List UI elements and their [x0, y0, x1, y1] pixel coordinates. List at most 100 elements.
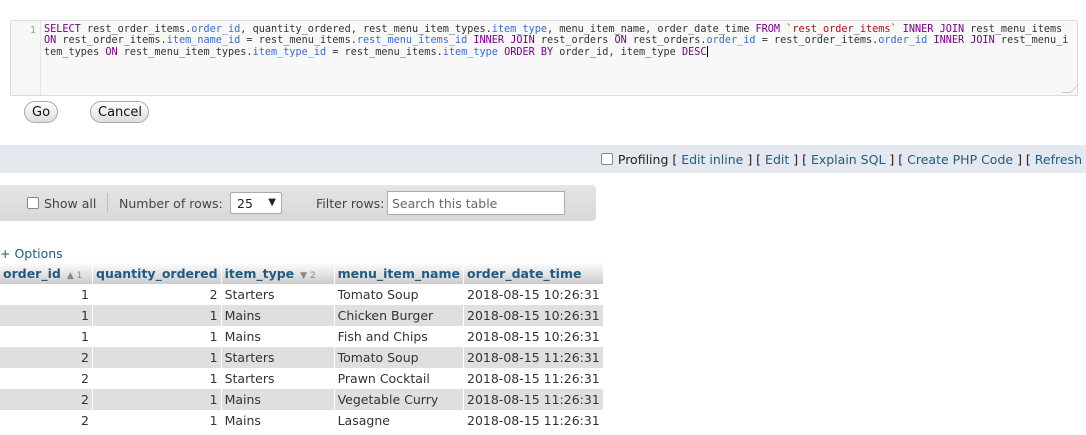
sql-token: ON — [105, 47, 118, 58]
quantity-cell: 1 — [92, 389, 222, 410]
dropdown-arrow-icon: ▼ — [268, 197, 276, 208]
order-date-time-cell: 2018-08-15 11:26:31 — [463, 410, 604, 431]
cancel-button[interactable]: Cancel — [90, 101, 149, 123]
header-row: order_id ▲ 1 quantity_ordered item_type ▼ … — [0, 262, 604, 284]
quantity-cell: 1 — [92, 410, 222, 431]
menu-item-name-cell: Fish and Chips — [334, 326, 465, 347]
query-actions-bar: Profiling [ Edit inline ] [ Edit ] [ Exp… — [0, 145, 1086, 173]
sort-asc-icon: ▲ 1 — [66, 270, 83, 281]
column-header-menu-item-name[interactable]: menu_item_name — [334, 262, 465, 284]
item-type-cell: Mains — [221, 389, 335, 410]
quantity-cell: 1 — [92, 368, 222, 389]
edit-link[interactable]: Edit — [765, 152, 789, 167]
sql-token: `rest_order_items` — [786, 24, 897, 35]
order-date-time-cell: 2018-08-15 11:26:31 — [463, 347, 604, 368]
sql-token: order_id — [878, 35, 928, 46]
sql-token: rest_menu_item_types. — [117, 47, 253, 58]
item-type-cell: Mains — [221, 326, 335, 347]
create-php-code-link[interactable]: Create PHP Code — [907, 152, 1013, 167]
table-row[interactable]: 2 1 Starters Tomato Soup 2018-08-15 11:26:31 — [0, 347, 604, 368]
sql-token: rest_menu_items_id — [356, 35, 468, 46]
column-label: menu_item_name — [337, 265, 460, 281]
show-all-toggle[interactable]: Show all — [27, 196, 96, 211]
order-date-time-cell: 2018-08-15 11:26:31 — [463, 389, 604, 410]
sql-token: item_type_id — [252, 47, 327, 58]
sort-desc-icon: ▼ 2 — [300, 270, 316, 281]
sql-token: INNER JOIN — [473, 35, 535, 46]
item-type-cell: Starters — [221, 284, 335, 305]
menu-item-name-cell: Prawn Cocktail — [334, 368, 465, 389]
menu-item-name-cell: Vegetable Curry — [334, 389, 465, 410]
sql-token: order_id, item_type — [553, 47, 682, 58]
column-header-order-date-time[interactable]: order_date_time — [463, 262, 604, 284]
table-row[interactable]: 2 1 Starters Prawn Cocktail 2018-08-15 11:26… — [0, 368, 604, 389]
sql-token: rest_menu_items — [964, 24, 1069, 35]
column-header-quantity-ordered[interactable]: quantity_ordered — [92, 262, 222, 284]
rows-label: Number of rows: — [119, 196, 223, 211]
show-all-checkbox[interactable] — [27, 197, 39, 209]
sql-token: DESC — [681, 47, 707, 58]
sql-token: item_name_id — [166, 35, 241, 46]
column-label: order_id — [3, 265, 61, 281]
filter-label: Filter rows: — [316, 196, 385, 211]
sql-token: ON — [614, 35, 627, 46]
rows-per-page-value: 25 — [237, 196, 253, 211]
order-id-cell: 1 — [0, 284, 93, 305]
sql-token: rest_orders — [534, 35, 615, 46]
order-date-time-cell: 2018-08-15 10:26:31 — [463, 284, 604, 305]
sql-token: rest_order_items. — [56, 35, 167, 46]
item-type-cell: Starters — [221, 368, 335, 389]
order-id-cell: 2 — [0, 368, 93, 389]
table-row[interactable]: 2 1 Mains Lasagne 2018-08-15 11:26:31 — [0, 410, 604, 431]
column-label: order_date_time — [467, 265, 582, 281]
item-type-cell: Mains — [221, 410, 335, 431]
sql-token: = rest_menu_items. — [240, 35, 357, 46]
item-type-cell: Mains — [221, 305, 335, 326]
sql-token: , quantity_ordered, rest_menu_item_types… — [240, 24, 492, 35]
go-button[interactable]: Go — [24, 101, 58, 123]
table-row[interactable]: 1 1 Mains Fish and Chips 2018-08-15 10:26:31 — [0, 326, 604, 347]
results-table: order_id ▲ 1 quantity_ordered item_type ▼ … — [0, 262, 604, 431]
sql-token: = rest_menu_items. — [326, 47, 443, 58]
profiling-checkbox[interactable] — [600, 153, 613, 165]
order-date-time-cell: 2018-08-15 11:26:31 — [463, 368, 604, 389]
sql-token: FROM — [755, 24, 781, 35]
order-id-cell: 2 — [0, 389, 93, 410]
table-row[interactable]: 1 1 Mains Chicken Burger 2018-08-15 10:26:31 — [0, 305, 604, 326]
sql-token: rest_orders. — [626, 35, 707, 46]
order-date-time-cell: 2018-08-15 10:26:31 — [463, 305, 604, 326]
show-all-label: Show all — [44, 196, 97, 211]
menu-item-name-cell: Tomato Soup — [334, 284, 465, 305]
column-header-item-type[interactable]: item_type ▼ 2 — [221, 262, 335, 284]
filter-search-input[interactable] — [387, 191, 565, 215]
column-header-order-id[interactable]: order_id ▲ 1 — [0, 262, 93, 284]
menu-item-name-cell: Lasagne — [334, 410, 465, 431]
order-id-cell: 2 — [0, 410, 93, 431]
refresh-link[interactable]: Refresh — [1035, 152, 1082, 167]
sql-query-text[interactable]: SELECT rest_order_items.order_id, quanti… — [44, 24, 1069, 58]
options-link[interactable]: + Options — [0, 246, 63, 261]
order-date-time-cell: 2018-08-15 10:26:31 — [463, 326, 604, 347]
sql-token: order_id — [191, 24, 241, 35]
menu-item-name-cell: Chicken Burger — [334, 305, 465, 326]
sql-editor[interactable]: 1 SELECT rest_order_items.order_id, quan… — [10, 20, 1080, 96]
line-gutter: 1 — [11, 21, 41, 95]
order-id-cell: 2 — [0, 347, 93, 368]
quantity-cell: 2 — [92, 284, 222, 305]
table-row[interactable]: 2 1 Mains Vegetable Curry 2018-08-15 11:26:3… — [0, 389, 604, 410]
quantity-cell: 1 — [92, 326, 222, 347]
rows-per-page-select[interactable]: 25 ▼ — [230, 192, 282, 214]
table-row[interactable]: 1 2 Starters Tomato Soup 2018-08-15 10:26:31 — [0, 284, 604, 305]
explain-sql-link[interactable]: Explain SQL — [811, 152, 885, 167]
resize-handle-icon[interactable] — [1061, 84, 1080, 93]
sql-token: item_type — [442, 47, 498, 58]
column-label: quantity_ordered — [96, 265, 218, 281]
quantity-cell: 1 — [92, 347, 222, 368]
line-number: 1 — [29, 25, 36, 36]
edit-inline-link[interactable]: Edit inline — [681, 152, 743, 167]
quantity-cell: 1 — [92, 305, 222, 326]
order-id-cell: 1 — [0, 305, 93, 326]
sql-token: = rest_order_items. — [755, 35, 879, 46]
column-label: item_type — [224, 265, 295, 281]
order-id-cell: 1 — [0, 326, 93, 347]
